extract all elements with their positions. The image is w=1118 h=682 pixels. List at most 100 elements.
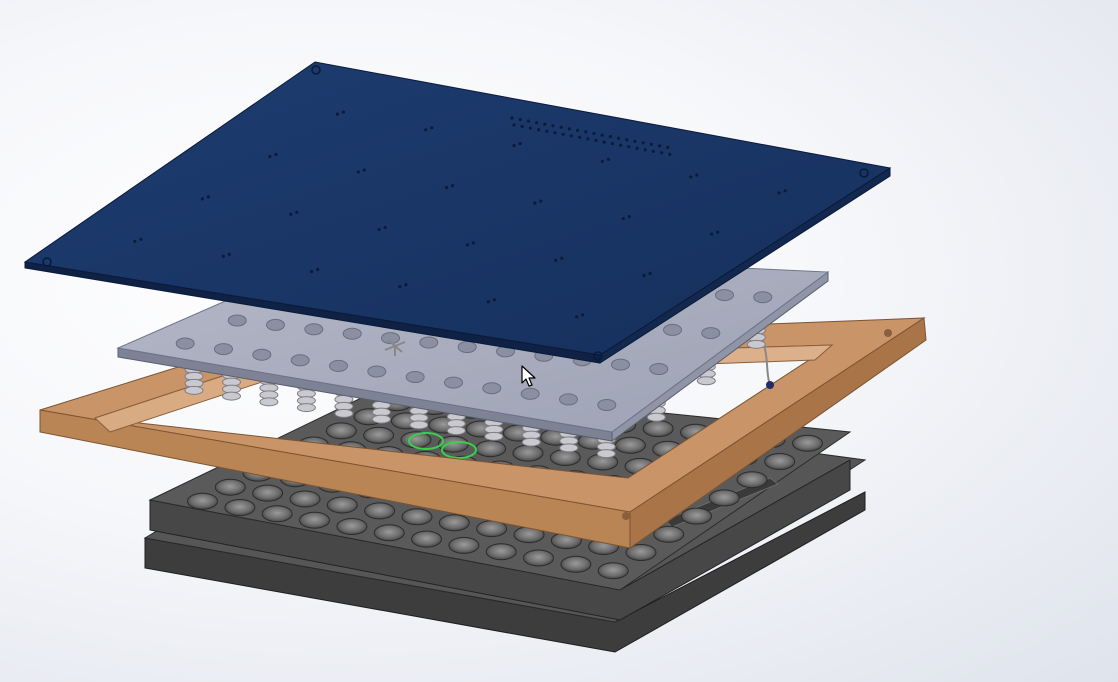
header-pin-hole xyxy=(553,131,557,135)
well xyxy=(363,426,395,444)
spacer-hole xyxy=(252,348,272,361)
pcb-pad xyxy=(200,197,204,201)
well xyxy=(326,496,358,514)
pcb-pad xyxy=(621,217,625,221)
pcb-pad xyxy=(492,298,496,302)
well xyxy=(614,436,646,454)
header-pin-hole xyxy=(625,138,629,142)
frame-screw-hole-2 xyxy=(622,512,630,520)
spacer-hole xyxy=(559,393,578,406)
pcb-pad xyxy=(430,126,434,130)
well xyxy=(401,508,433,526)
pcb-pad xyxy=(335,112,339,116)
spacer-hole xyxy=(663,323,682,336)
well xyxy=(214,478,246,496)
header-pin-hole xyxy=(608,135,613,139)
well xyxy=(299,511,330,529)
spacer-hole xyxy=(444,376,463,389)
pcb-pad xyxy=(554,258,558,262)
well xyxy=(512,444,544,462)
header-pin-hole xyxy=(545,129,549,133)
spring-coil xyxy=(646,412,666,422)
assembly-scene[interactable] xyxy=(0,0,1118,682)
pcb-pad xyxy=(648,271,652,276)
spacer-hole xyxy=(290,354,310,367)
pcb-pad xyxy=(404,283,408,287)
pcb-pad xyxy=(295,210,299,214)
well xyxy=(438,514,470,532)
spacer-hole xyxy=(715,289,734,302)
header-pin-hole xyxy=(617,136,621,140)
spring-coil xyxy=(484,431,504,441)
pcb-pad xyxy=(398,285,402,289)
pcb-pad xyxy=(445,186,449,190)
well xyxy=(597,562,629,580)
header-pin-hole xyxy=(543,122,547,126)
pcb-pad xyxy=(783,189,787,193)
header-pin-hole xyxy=(649,142,654,146)
header-pin-hole xyxy=(578,135,582,139)
spacer-hole xyxy=(175,337,195,350)
frame-screw-hole-1 xyxy=(884,329,892,337)
header-pin-hole xyxy=(567,127,572,131)
spring-coil xyxy=(696,376,716,386)
header-pin-hole xyxy=(627,145,631,149)
pcb-pad xyxy=(206,195,210,199)
header-pin-hole xyxy=(561,132,565,136)
spring-coil xyxy=(559,443,579,453)
well xyxy=(289,490,321,508)
pcb-pad xyxy=(512,144,516,148)
pcb-pad xyxy=(383,225,387,230)
spacer-hole xyxy=(329,359,348,372)
well xyxy=(736,471,768,489)
pcb-pad xyxy=(600,159,605,163)
header-pin-hole xyxy=(576,128,580,132)
spring-coil xyxy=(521,437,541,447)
header-pin-hole xyxy=(594,138,598,143)
pcb-pad xyxy=(606,157,611,161)
well xyxy=(224,499,256,516)
spacer-hole xyxy=(597,399,617,411)
pcb-pad xyxy=(627,215,631,219)
well xyxy=(448,536,480,554)
well xyxy=(373,524,405,542)
header-pin-hole xyxy=(651,149,656,153)
pcb-pad xyxy=(356,170,360,174)
pcb-pad xyxy=(716,230,720,234)
pcb-pad xyxy=(560,256,564,260)
well xyxy=(325,422,357,440)
well xyxy=(411,530,442,548)
header-pin-hole xyxy=(584,130,588,134)
header-pin-hole xyxy=(512,123,516,127)
header-pin-hole xyxy=(610,142,615,146)
header-pin-hole xyxy=(619,143,623,147)
pcb-pad xyxy=(451,184,455,188)
header-pin-hole xyxy=(660,151,664,155)
header-pin-hole xyxy=(537,128,541,132)
header-pin-hole xyxy=(528,126,533,130)
header-pin-hole xyxy=(520,124,524,129)
graphics-viewport[interactable] xyxy=(0,0,1118,682)
spacer-hole xyxy=(304,323,324,336)
spacer-hole xyxy=(457,341,477,353)
spacer-hole xyxy=(611,358,630,371)
pcb-pad xyxy=(268,154,272,159)
spacer-hole xyxy=(520,387,540,400)
well xyxy=(642,420,674,438)
pcb-pad xyxy=(777,191,781,195)
header-pin-hole xyxy=(526,119,531,123)
well xyxy=(364,502,396,520)
header-pin-hole xyxy=(600,133,604,137)
pcb-pad xyxy=(362,168,366,172)
header-pin-hole xyxy=(569,134,574,138)
pcb-pad xyxy=(424,128,428,132)
spacer-hole xyxy=(367,365,387,378)
spacer-hole xyxy=(342,327,362,340)
pcb-pad xyxy=(465,243,469,247)
header-pin-hole xyxy=(602,140,606,144)
pcb-pad xyxy=(221,254,225,258)
spring-coil xyxy=(371,414,391,424)
header-pin-hole xyxy=(559,125,563,129)
spacer-hole xyxy=(649,363,669,375)
header-pin-hole xyxy=(666,145,670,149)
